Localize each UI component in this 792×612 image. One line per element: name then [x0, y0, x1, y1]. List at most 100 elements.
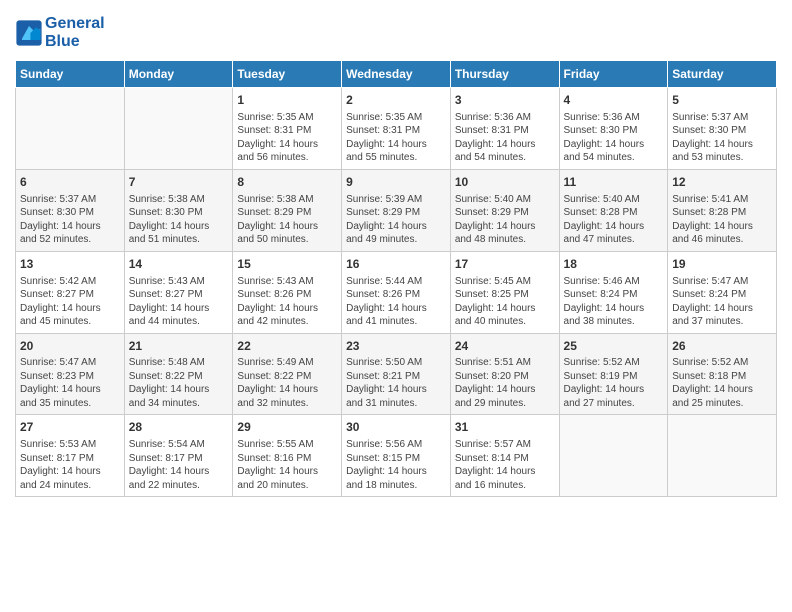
weekday-header-monday: Monday [124, 61, 233, 88]
day-number: 6 [20, 174, 120, 191]
day-info: Sunrise: 5:35 AM Sunset: 8:31 PM Dayligh… [346, 111, 446, 165]
day-info: Sunrise: 5:40 AM Sunset: 8:29 PM Dayligh… [455, 193, 555, 247]
calendar-table: SundayMondayTuesdayWednesdayThursdayFrid… [15, 60, 777, 497]
calendar-cell: 31 Sunrise: 5:57 AM Sunset: 8:14 PM Dayli… [450, 415, 559, 497]
day-info: Sunrise: 5:52 AM Sunset: 8:19 PM Dayligh… [564, 356, 664, 410]
weekday-header-sunday: Sunday [16, 61, 125, 88]
day-info: Sunrise: 5:37 AM Sunset: 8:30 PM Dayligh… [672, 111, 772, 165]
calendar-cell: 20Sunrise: 5:47 AM Sunset: 8:23 PM Dayli… [16, 333, 125, 415]
calendar-cell [559, 415, 668, 497]
calendar-week-row: 13 Sunrise: 5:42 AM Sunset: 8:27 PM Dayli… [16, 251, 777, 333]
calendar-cell: 25Sunrise: 5:52 AM Sunset: 8:19 PM Dayli… [559, 333, 668, 415]
calendar-cell: 27 Sunrise: 5:53 AM Sunset: 8:17 PM Dayli… [16, 415, 125, 497]
logo-icon [15, 19, 43, 47]
day-info: Sunrise: 5:43 AM Sunset: 8:26 PM Dayligh… [237, 275, 337, 329]
day-number: 23 [346, 338, 446, 355]
day-info: Sunrise: 5:45 AM Sunset: 8:25 PM Dayligh… [455, 275, 555, 329]
day-number: 19 [672, 256, 772, 273]
weekday-header-thursday: Thursday [450, 61, 559, 88]
calendar-cell: 8Sunrise: 5:38 AM Sunset: 8:29 PM Daylig… [233, 169, 342, 251]
calendar-cell [124, 88, 233, 170]
calendar-cell: 19 Sunrise: 5:47 AM Sunset: 8:24 PM Dayli… [668, 251, 777, 333]
day-info: Sunrise: 5:41 AM Sunset: 8:28 PM Dayligh… [672, 193, 772, 247]
day-info: Sunrise: 5:52 AM Sunset: 8:18 PM Dayligh… [672, 356, 772, 410]
day-info: Sunrise: 5:35 AM Sunset: 8:31 PM Dayligh… [237, 111, 337, 165]
day-number: 3 [455, 92, 555, 109]
day-number: 16 [346, 256, 446, 273]
day-info: Sunrise: 5:38 AM Sunset: 8:29 PM Dayligh… [237, 193, 337, 247]
calendar-cell: 22Sunrise: 5:49 AM Sunset: 8:22 PM Dayli… [233, 333, 342, 415]
day-number: 25 [564, 338, 664, 355]
calendar-cell: 11 Sunrise: 5:40 AM Sunset: 8:28 PM Dayli… [559, 169, 668, 251]
calendar-cell: 26Sunrise: 5:52 AM Sunset: 8:18 PM Dayli… [668, 333, 777, 415]
day-number: 31 [455, 419, 555, 436]
day-info: Sunrise: 5:53 AM Sunset: 8:17 PM Dayligh… [20, 438, 120, 492]
day-number: 28 [129, 419, 229, 436]
day-number: 24 [455, 338, 555, 355]
calendar-cell: 5 Sunrise: 5:37 AM Sunset: 8:30 PM Daylig… [668, 88, 777, 170]
calendar-cell: 23Sunrise: 5:50 AM Sunset: 8:21 PM Dayli… [342, 333, 451, 415]
calendar-cell: 28 Sunrise: 5:54 AM Sunset: 8:17 PM Dayli… [124, 415, 233, 497]
calendar-cell: 12 Sunrise: 5:41 AM Sunset: 8:28 PM Dayli… [668, 169, 777, 251]
calendar-week-row: 20Sunrise: 5:47 AM Sunset: 8:23 PM Dayli… [16, 333, 777, 415]
day-number: 5 [672, 92, 772, 109]
weekday-header-friday: Friday [559, 61, 668, 88]
day-number: 9 [346, 174, 446, 191]
day-info: Sunrise: 5:36 AM Sunset: 8:31 PM Dayligh… [455, 111, 555, 165]
day-number: 11 [564, 174, 664, 191]
day-number: 15 [237, 256, 337, 273]
day-info: Sunrise: 5:39 AM Sunset: 8:29 PM Dayligh… [346, 193, 446, 247]
day-number: 4 [564, 92, 664, 109]
calendar-cell: 7Sunrise: 5:38 AM Sunset: 8:30 PM Daylig… [124, 169, 233, 251]
weekday-header-saturday: Saturday [668, 61, 777, 88]
day-info: Sunrise: 5:47 AM Sunset: 8:24 PM Dayligh… [672, 275, 772, 329]
page-header: General Blue [15, 15, 777, 50]
day-number: 21 [129, 338, 229, 355]
calendar-cell: 9 Sunrise: 5:39 AM Sunset: 8:29 PM Daylig… [342, 169, 451, 251]
day-number: 26 [672, 338, 772, 355]
calendar-cell: 2 Sunrise: 5:35 AM Sunset: 8:31 PM Daylig… [342, 88, 451, 170]
calendar-cell: 21Sunrise: 5:48 AM Sunset: 8:22 PM Dayli… [124, 333, 233, 415]
day-number: 27 [20, 419, 120, 436]
weekday-header-wednesday: Wednesday [342, 61, 451, 88]
day-number: 10 [455, 174, 555, 191]
calendar-cell [668, 415, 777, 497]
day-number: 18 [564, 256, 664, 273]
day-info: Sunrise: 5:43 AM Sunset: 8:27 PM Dayligh… [129, 275, 229, 329]
calendar-week-row: 1 Sunrise: 5:35 AM Sunset: 8:31 PM Daylig… [16, 88, 777, 170]
calendar-cell: 16 Sunrise: 5:44 AM Sunset: 8:26 PM Dayli… [342, 251, 451, 333]
day-info: Sunrise: 5:49 AM Sunset: 8:22 PM Dayligh… [237, 356, 337, 410]
day-info: Sunrise: 5:50 AM Sunset: 8:21 PM Dayligh… [346, 356, 446, 410]
day-number: 29 [237, 419, 337, 436]
day-number: 1 [237, 92, 337, 109]
calendar-cell: 18Sunrise: 5:46 AM Sunset: 8:24 PM Dayli… [559, 251, 668, 333]
day-info: Sunrise: 5:40 AM Sunset: 8:28 PM Dayligh… [564, 193, 664, 247]
calendar-cell: 4Sunrise: 5:36 AM Sunset: 8:30 PM Daylig… [559, 88, 668, 170]
calendar-week-row: 6Sunrise: 5:37 AM Sunset: 8:30 PM Daylig… [16, 169, 777, 251]
day-info: Sunrise: 5:44 AM Sunset: 8:26 PM Dayligh… [346, 275, 446, 329]
day-number: 13 [20, 256, 120, 273]
day-info: Sunrise: 5:51 AM Sunset: 8:20 PM Dayligh… [455, 356, 555, 410]
calendar-cell: 6Sunrise: 5:37 AM Sunset: 8:30 PM Daylig… [16, 169, 125, 251]
day-info: Sunrise: 5:55 AM Sunset: 8:16 PM Dayligh… [237, 438, 337, 492]
calendar-cell: 3 Sunrise: 5:36 AM Sunset: 8:31 PM Daylig… [450, 88, 559, 170]
calendar-cell: 13 Sunrise: 5:42 AM Sunset: 8:27 PM Dayli… [16, 251, 125, 333]
day-info: Sunrise: 5:48 AM Sunset: 8:22 PM Dayligh… [129, 356, 229, 410]
day-info: Sunrise: 5:57 AM Sunset: 8:14 PM Dayligh… [455, 438, 555, 492]
day-info: Sunrise: 5:38 AM Sunset: 8:30 PM Dayligh… [129, 193, 229, 247]
calendar-cell: 15 Sunrise: 5:43 AM Sunset: 8:26 PM Dayli… [233, 251, 342, 333]
calendar-cell: 30Sunrise: 5:56 AM Sunset: 8:15 PM Dayli… [342, 415, 451, 497]
calendar-cell: 14Sunrise: 5:43 AM Sunset: 8:27 PM Dayli… [124, 251, 233, 333]
weekday-header-row: SundayMondayTuesdayWednesdayThursdayFrid… [16, 61, 777, 88]
day-info: Sunrise: 5:56 AM Sunset: 8:15 PM Dayligh… [346, 438, 446, 492]
calendar-cell [16, 88, 125, 170]
day-number: 20 [20, 338, 120, 355]
day-info: Sunrise: 5:42 AM Sunset: 8:27 PM Dayligh… [20, 275, 120, 329]
day-number: 17 [455, 256, 555, 273]
day-number: 12 [672, 174, 772, 191]
day-info: Sunrise: 5:47 AM Sunset: 8:23 PM Dayligh… [20, 356, 120, 410]
day-info: Sunrise: 5:54 AM Sunset: 8:17 PM Dayligh… [129, 438, 229, 492]
logo-text: General Blue [45, 15, 105, 50]
day-number: 2 [346, 92, 446, 109]
calendar-cell: 29 Sunrise: 5:55 AM Sunset: 8:16 PM Dayli… [233, 415, 342, 497]
